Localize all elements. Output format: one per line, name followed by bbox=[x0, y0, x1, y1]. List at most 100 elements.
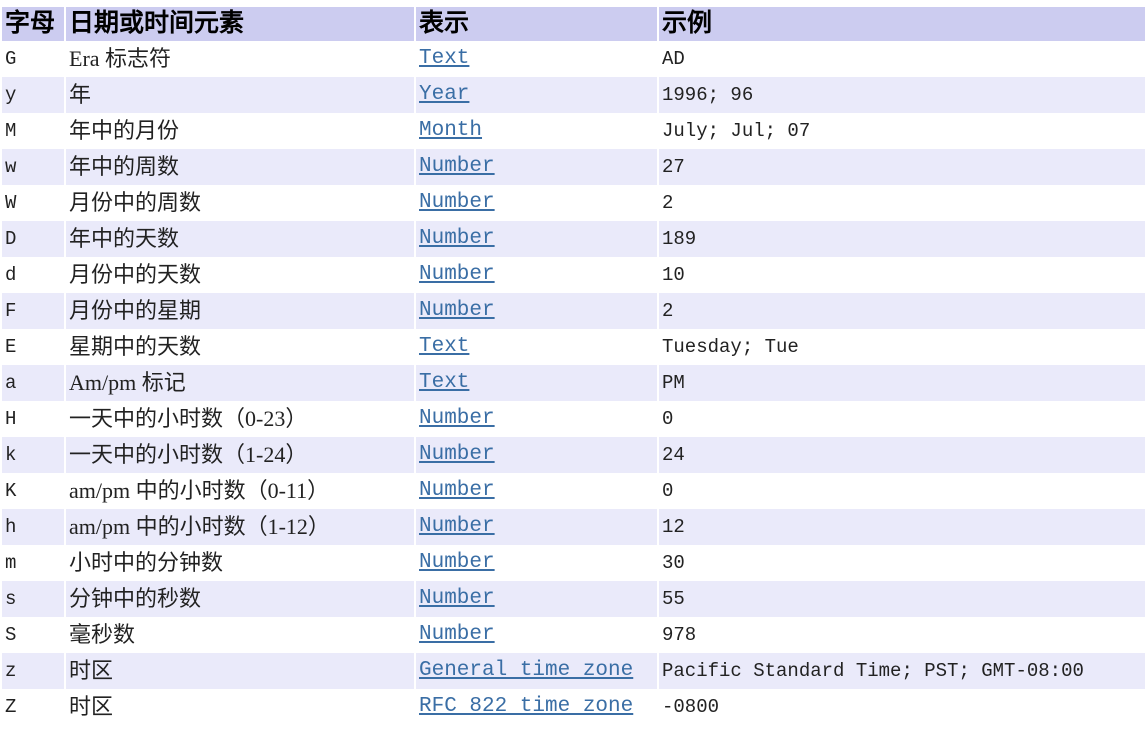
cell-element-description: Era 标志符 bbox=[69, 46, 172, 71]
presentation-link[interactable]: RFC 822 time zone bbox=[419, 695, 633, 718]
cell-example: 12 bbox=[659, 509, 1145, 545]
presentation-link[interactable]: Number bbox=[419, 191, 495, 214]
cell-element-description: 一天中的小时数（0-23） bbox=[69, 406, 308, 431]
table-row: s 分钟中的秒数 Number 55 bbox=[2, 581, 1145, 617]
presentation-link[interactable]: Number bbox=[419, 263, 495, 286]
table-row: Z 时区 RFC 822 time zone -0800 bbox=[2, 689, 1145, 725]
cell-letter: S bbox=[5, 624, 17, 646]
cell-element-description: 分钟中的秒数 bbox=[66, 581, 414, 617]
presentation-link[interactable]: Number bbox=[419, 623, 495, 646]
cell-example: -0800 bbox=[662, 696, 720, 718]
cell-presentation: Number bbox=[416, 185, 657, 221]
cell-example: 0 bbox=[662, 480, 674, 502]
cell-letter: W bbox=[5, 192, 17, 214]
cell-example: PM bbox=[659, 365, 1145, 401]
cell-letter: z bbox=[2, 653, 64, 689]
table-row: k 一天中的小时数（1-24） Number 24 bbox=[2, 437, 1145, 473]
column-header-presentation: 表示 bbox=[416, 7, 657, 41]
presentation-link[interactable]: Number bbox=[419, 587, 495, 610]
cell-element-description: Am/pm 标记 bbox=[66, 365, 414, 401]
table-row: G Era 标志符 Text AD bbox=[2, 41, 1145, 77]
cell-example: 27 bbox=[659, 149, 1145, 185]
table-row: z 时区 General time zone Pacific Standard Tim… bbox=[2, 653, 1145, 689]
presentation-link[interactable]: Number bbox=[419, 515, 495, 538]
cell-example: 2 bbox=[662, 192, 674, 214]
cell-element-description: 星期中的天数 bbox=[69, 334, 202, 359]
cell-element-description: 一天中的小时数（1-24） bbox=[66, 437, 414, 473]
presentation-link[interactable]: Number bbox=[419, 479, 495, 502]
presentation-link[interactable]: General time zone bbox=[419, 659, 633, 682]
cell-presentation: Year bbox=[416, 77, 657, 113]
table-row: w 年中的周数 Number 27 bbox=[2, 149, 1145, 185]
cell-letter: Z bbox=[5, 696, 17, 718]
table-row: H 一天中的小时数（0-23） Number 0 bbox=[2, 401, 1145, 437]
table-row: S 毫秒数 Number 978 bbox=[2, 617, 1145, 653]
cell-presentation: Number bbox=[416, 437, 657, 473]
cell-letter: a bbox=[2, 365, 64, 401]
table-row: W 月份中的周数 Number 2 bbox=[2, 185, 1145, 221]
presentation-link[interactable]: Number bbox=[419, 155, 495, 178]
presentation-link[interactable]: Text bbox=[419, 335, 469, 358]
cell-presentation: General time zone bbox=[416, 653, 657, 689]
cell-element-description: 年中的周数 bbox=[66, 149, 414, 185]
cell-element-description: 时区 bbox=[69, 694, 114, 719]
cell-presentation: Number bbox=[416, 581, 657, 617]
cell-element-description: 毫秒数 bbox=[69, 622, 136, 647]
cell-example: 55 bbox=[659, 581, 1145, 617]
table-row: F 月份中的星期 Number 2 bbox=[2, 293, 1145, 329]
cell-example: AD bbox=[662, 48, 685, 70]
cell-element-description: am/pm 中的小时数（1-12） bbox=[66, 509, 414, 545]
cell-element-description: am/pm 中的小时数（0-11） bbox=[69, 478, 330, 503]
presentation-link[interactable]: Number bbox=[419, 299, 495, 322]
cell-letter: m bbox=[5, 552, 17, 574]
cell-presentation: Text bbox=[416, 365, 657, 401]
cell-presentation: Number bbox=[416, 617, 657, 653]
presentation-link[interactable]: Number bbox=[419, 227, 495, 250]
cell-letter: y bbox=[2, 77, 64, 113]
cell-example: Tuesday; Tue bbox=[662, 336, 799, 358]
cell-letter: K bbox=[5, 480, 17, 502]
presentation-link[interactable]: Text bbox=[419, 47, 469, 70]
table-row: d 月份中的天数 Number 10 bbox=[2, 257, 1145, 293]
cell-letter: F bbox=[2, 293, 64, 329]
cell-element-description: 年中的天数 bbox=[66, 221, 414, 257]
cell-presentation: Number bbox=[416, 257, 657, 293]
cell-element-description: 时区 bbox=[66, 653, 414, 689]
cell-presentation: Number bbox=[416, 149, 657, 185]
table-header: 字母 日期或时间元素 表示 示例 bbox=[2, 7, 1145, 41]
presentation-link[interactable]: Year bbox=[419, 83, 469, 106]
table-body: G Era 标志符 Text AD y 年 Year 1996; 96 M 年中的月份 Month J… bbox=[2, 41, 1145, 725]
cell-presentation: Number bbox=[416, 509, 657, 545]
cell-element-description: 月份中的星期 bbox=[66, 293, 414, 329]
presentation-link[interactable]: Text bbox=[419, 371, 469, 394]
cell-presentation: Month bbox=[416, 113, 657, 149]
date-format-pattern-table: 字母 日期或时间元素 表示 示例 G Era 标志符 Text AD y 年 Year 199… bbox=[0, 7, 1145, 725]
cell-element-description: 月份中的周数 bbox=[69, 190, 202, 215]
presentation-link[interactable]: Number bbox=[419, 443, 495, 466]
presentation-link[interactable]: Month bbox=[419, 119, 482, 142]
cell-presentation: Number bbox=[416, 473, 657, 509]
cell-example: 10 bbox=[662, 264, 685, 286]
table-row: a Am/pm 标记 Text PM bbox=[2, 365, 1145, 401]
cell-presentation: Text bbox=[416, 41, 657, 77]
cell-letter: k bbox=[2, 437, 64, 473]
table-row: y 年 Year 1996; 96 bbox=[2, 77, 1145, 113]
cell-letter: G bbox=[5, 48, 17, 70]
column-header-example: 示例 bbox=[659, 7, 1145, 41]
table-row: D 年中的天数 Number 189 bbox=[2, 221, 1145, 257]
cell-presentation: Number bbox=[416, 401, 657, 437]
cell-example: 1996; 96 bbox=[659, 77, 1145, 113]
cell-letter: d bbox=[5, 264, 17, 286]
cell-example: Pacific Standard Time; PST; GMT-08:00 bbox=[659, 653, 1145, 689]
presentation-link[interactable]: Number bbox=[419, 407, 495, 430]
cell-example: 30 bbox=[662, 552, 685, 574]
cell-letter: M bbox=[5, 120, 17, 142]
cell-element-description: 年中的月份 bbox=[69, 118, 180, 143]
table-header-row: 字母 日期或时间元素 表示 示例 bbox=[2, 7, 1145, 41]
cell-example: 2 bbox=[659, 293, 1145, 329]
presentation-link[interactable]: Number bbox=[419, 551, 495, 574]
table-row: M 年中的月份 Month July; Jul; 07 bbox=[2, 113, 1145, 149]
cell-element-description: 小时中的分钟数 bbox=[69, 550, 224, 575]
column-header-element: 日期或时间元素 bbox=[66, 7, 414, 41]
cell-letter: s bbox=[2, 581, 64, 617]
